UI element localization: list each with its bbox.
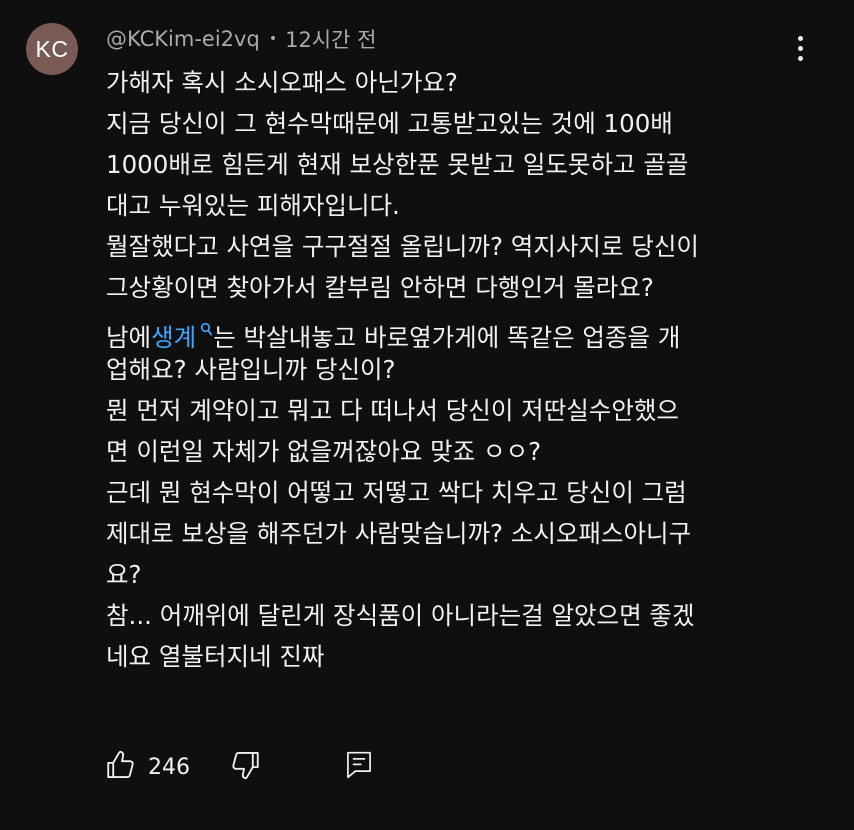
comment-line: 면 이런일 자체가 없을꺼잖아요 맞죠 ㅇㅇ? xyxy=(106,437,542,466)
comment-line: 근데 뭔 현수막이 어떻고 저떻고 싹다 치우고 당신이 그럼 xyxy=(106,478,687,507)
comment-line: 대고 누워있는 피해자입니다. xyxy=(106,191,400,220)
comment-line: 요? xyxy=(106,560,142,589)
comment-text: 가해자 혹시 소시오패스 아닌가요? 지금 당신이 그 현수막때문에 고통받고있… xyxy=(106,62,806,677)
comment-line: 뭘잘했다고 사연을 구구절절 올립니까? 역지사지로 당신이 xyxy=(106,232,699,261)
avatar[interactable]: KC xyxy=(26,23,78,75)
comment-line: 그상황이면 찾아가서 칼부림 안하면 다행인거 몰라요? xyxy=(106,273,654,302)
reply-button[interactable] xyxy=(344,749,374,785)
comment-line: 지금 당신이 그 현수막때문에 고통받고있는 것에 100배 xyxy=(106,109,673,138)
comment-thread-item: KC @KCKim-ei2vq • 12시간 전 가해자 혹시 소시오패스 아닌… xyxy=(0,0,854,830)
comment-actions: 246 xyxy=(104,746,374,788)
timestamp[interactable]: 12시간 전 xyxy=(285,24,376,54)
comment-line: 뭔 먼저 계약이고 뭐고 다 떠나서 당신이 저딴실수안했으 xyxy=(106,396,679,425)
dislike-button[interactable] xyxy=(228,748,262,786)
like-count: 246 xyxy=(148,754,190,780)
author-name[interactable]: @KCKim-ei2vq xyxy=(106,27,260,51)
search-link[interactable]: 생계 xyxy=(151,322,213,353)
avatar-initials: KC xyxy=(35,35,69,62)
search-icon xyxy=(200,308,213,349)
comment-header: @KCKim-ei2vq • 12시간 전 xyxy=(106,22,376,56)
like-button[interactable]: 246 xyxy=(104,748,228,786)
more-vert-icon-dot xyxy=(797,45,803,51)
thumb-down-icon xyxy=(228,748,262,786)
more-vert-icon-dot xyxy=(797,55,803,61)
search-link-text: 생계 xyxy=(151,323,197,353)
comment-text-segment: 남에 xyxy=(106,323,152,353)
comment-line: 1000배로 힘든게 현재 보상한푼 못받고 일도못하고 골골 xyxy=(106,150,689,179)
thumb-up-icon xyxy=(104,748,138,786)
more-vert-icon-dot xyxy=(797,35,803,41)
comment-line: 참... 어깨위에 달린게 장식품이 아니라는걸 알았으면 좋겠 xyxy=(106,601,695,630)
comment-text-segment: 는 박살내놓고 바로옆가게에 똑같은 업종을 개 xyxy=(213,323,681,353)
comment-line: 제대로 보상을 해주던가 사람맞습니까? 소시오패스아니구 xyxy=(106,519,692,548)
comment-line-with-search: 남에생계 는 박살내놓고 바로옆가게에 똑같은 업종을 개 xyxy=(106,308,806,353)
reply-icon xyxy=(344,749,374,785)
comment-line: 가해자 혹시 소시오패스 아닌가요? xyxy=(106,68,458,97)
meta-separator: • xyxy=(268,31,278,47)
comment-line: 네요 열불터지네 진짜 xyxy=(106,642,325,671)
comment-line: 업해요? 사람입니까 당신이? xyxy=(106,355,396,384)
